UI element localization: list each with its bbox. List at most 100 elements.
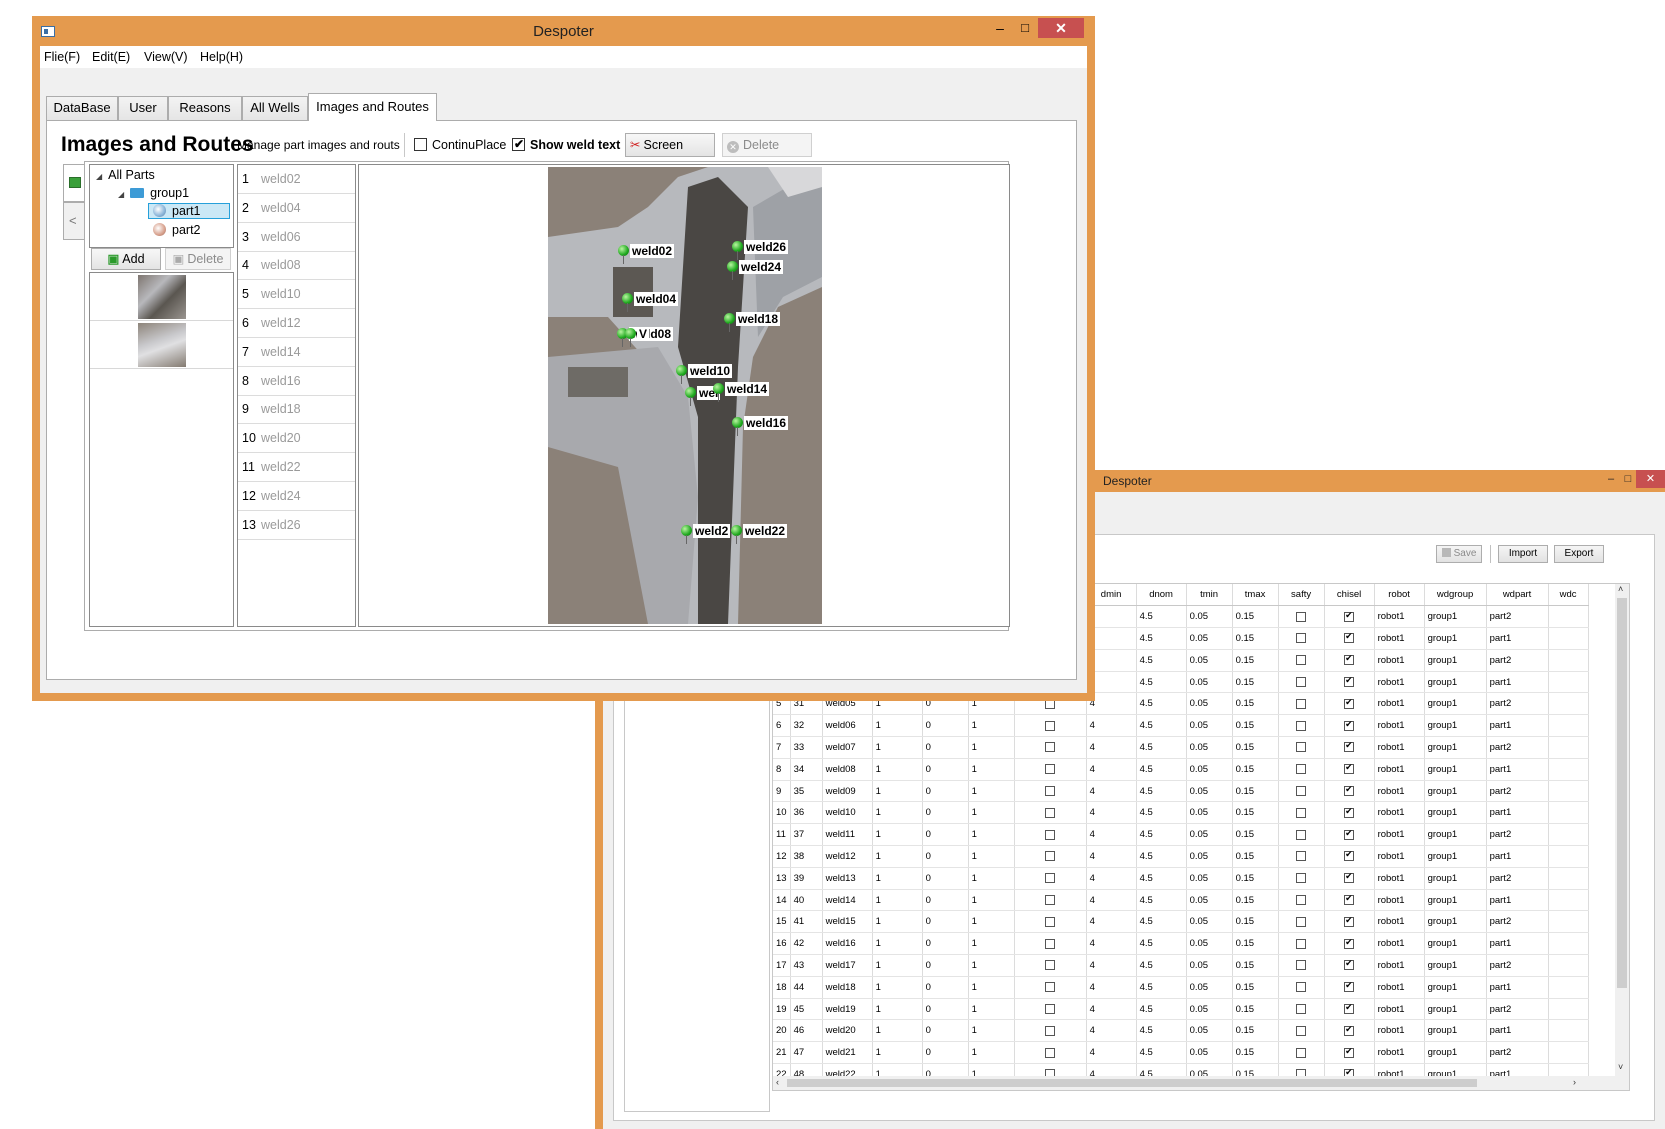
table-cell[interactable]: group1: [1424, 627, 1487, 650]
table-cell[interactable]: 0.15: [1232, 867, 1279, 890]
table-cell[interactable]: 18: [773, 976, 791, 999]
table-cell[interactable]: 1: [872, 1019, 923, 1043]
table-cell[interactable]: [1014, 1019, 1087, 1043]
table-cell[interactable]: part2: [1486, 649, 1549, 672]
scroll-left-icon[interactable]: ‹: [776, 1077, 779, 1087]
table-cell[interactable]: group1: [1424, 605, 1487, 629]
table-cell[interactable]: 4.5: [1136, 801, 1187, 825]
table-cell[interactable]: part1: [1486, 714, 1549, 738]
table-cell[interactable]: 0.15: [1232, 932, 1279, 956]
table-cell[interactable]: 4.5: [1136, 867, 1187, 890]
table-cell[interactable]: 4.5: [1136, 605, 1187, 629]
horizontal-scroll-thumb[interactable]: [787, 1079, 1477, 1087]
cell-checkbox[interactable]: [1344, 784, 1355, 797]
table-cell[interactable]: 0.05: [1186, 867, 1233, 890]
table-cell[interactable]: robot1: [1374, 889, 1425, 912]
table-cell[interactable]: [1324, 692, 1375, 716]
table-cell[interactable]: robot1: [1374, 932, 1425, 956]
column-header[interactable]: wdc: [1548, 584, 1589, 607]
table-cell[interactable]: [1278, 910, 1325, 934]
table-cell[interactable]: [1548, 714, 1589, 738]
table-cell[interactable]: 1: [872, 736, 923, 759]
table-cell[interactable]: 4: [1086, 801, 1137, 825]
table-cell[interactable]: [1324, 889, 1375, 912]
table-cell[interactable]: 4: [1086, 910, 1137, 934]
table-cell[interactable]: group1: [1424, 692, 1487, 716]
table-cell[interactable]: 4.5: [1136, 1019, 1187, 1043]
table-cell[interactable]: 4.5: [1136, 823, 1187, 847]
tree-node-group1[interactable]: ◢ group1: [118, 186, 189, 200]
cell-checkbox[interactable]: [1344, 631, 1355, 644]
table-cell[interactable]: [1324, 910, 1375, 934]
cell-checkbox[interactable]: [1344, 675, 1355, 688]
table-cell[interactable]: [1014, 1041, 1087, 1065]
table-cell[interactable]: robot1: [1374, 954, 1425, 977]
table-cell[interactable]: 1: [968, 889, 1015, 912]
table-cell[interactable]: weld09: [822, 780, 873, 803]
table-cell[interactable]: 0.15: [1232, 627, 1279, 650]
table-cell[interactable]: 33: [790, 736, 823, 759]
table-cell[interactable]: 1: [872, 889, 923, 912]
cell-checkbox[interactable]: [1296, 677, 1307, 688]
table-cell[interactable]: [1324, 801, 1375, 825]
table-cell[interactable]: 39: [790, 867, 823, 890]
table-cell[interactable]: weld21: [822, 1041, 873, 1065]
column-header[interactable]: chisel: [1324, 584, 1375, 607]
table-cell[interactable]: 7: [773, 736, 791, 759]
add-image-button[interactable]: ▣ Add: [91, 248, 161, 270]
cell-checkbox[interactable]: [1045, 1025, 1056, 1036]
table-cell[interactable]: 4.5: [1136, 998, 1187, 1021]
table-cell[interactable]: 0: [922, 910, 969, 934]
table-cell[interactable]: group1: [1424, 758, 1487, 781]
table-cell[interactable]: weld14: [822, 889, 873, 912]
table-cell[interactable]: [1014, 976, 1087, 999]
table-cell[interactable]: [1548, 605, 1589, 629]
minimize-button[interactable]: –: [987, 18, 1013, 38]
cell-checkbox[interactable]: [1045, 1004, 1056, 1015]
cell-checkbox[interactable]: [1045, 829, 1056, 840]
weld-pin-weld18[interactable]: [724, 313, 735, 332]
table-cell[interactable]: 0.05: [1186, 1041, 1233, 1065]
side-tab-images[interactable]: [63, 164, 85, 202]
vertical-scrollbar[interactable]: ˄ ˅: [1615, 584, 1629, 1076]
table-cell[interactable]: 1: [968, 976, 1015, 999]
delete-image-button[interactable]: ▣ Delete: [165, 248, 231, 270]
table-cell[interactable]: [1324, 649, 1375, 672]
cell-checkbox[interactable]: [1045, 807, 1056, 818]
table-cell[interactable]: 4: [1086, 714, 1137, 738]
table-cell[interactable]: [1548, 736, 1589, 759]
table-cell[interactable]: 0.05: [1186, 671, 1233, 694]
table-cell[interactable]: group1: [1424, 976, 1487, 999]
cell-checkbox[interactable]: [1296, 786, 1307, 797]
table-cell[interactable]: robot1: [1374, 845, 1425, 868]
table-cell[interactable]: 41: [790, 910, 823, 934]
table-cell[interactable]: 44: [790, 976, 823, 999]
menu-view[interactable]: View(V): [144, 50, 188, 64]
table-cell[interactable]: [1014, 714, 1087, 738]
table-row[interactable]: 1238weld1210144.50.050.15robot1group1par…: [773, 845, 1589, 868]
cell-checkbox[interactable]: [1296, 873, 1307, 884]
table-cell[interactable]: 0: [922, 976, 969, 999]
tree-node-all-parts[interactable]: ◢ All Parts: [96, 168, 155, 182]
table-cell[interactable]: 1: [968, 758, 1015, 781]
weld-list-item[interactable]: 13 weld26: [238, 511, 355, 540]
continu-place-box[interactable]: [414, 138, 427, 151]
cell-checkbox[interactable]: [1296, 938, 1307, 949]
cell-checkbox[interactable]: [1296, 960, 1307, 971]
table-cell[interactable]: 4.5: [1136, 845, 1187, 868]
table-cell[interactable]: 37: [790, 823, 823, 847]
table-cell[interactable]: [1548, 801, 1589, 825]
table-cell[interactable]: [1014, 823, 1087, 847]
table-cell[interactable]: robot1: [1374, 758, 1425, 781]
table-cell[interactable]: [1278, 1019, 1325, 1043]
table-cell[interactable]: group1: [1424, 1041, 1487, 1065]
menu-edit[interactable]: Edit(E): [92, 50, 130, 64]
table-cell[interactable]: 0: [922, 1041, 969, 1065]
table-cell[interactable]: 0: [922, 780, 969, 803]
table-cell[interactable]: [1324, 627, 1375, 650]
table-cell[interactable]: 19: [773, 998, 791, 1021]
table-cell[interactable]: 1: [872, 758, 923, 781]
cell-checkbox[interactable]: [1045, 720, 1056, 731]
table-cell[interactable]: part2: [1486, 867, 1549, 890]
cell-checkbox[interactable]: [1344, 719, 1355, 731]
